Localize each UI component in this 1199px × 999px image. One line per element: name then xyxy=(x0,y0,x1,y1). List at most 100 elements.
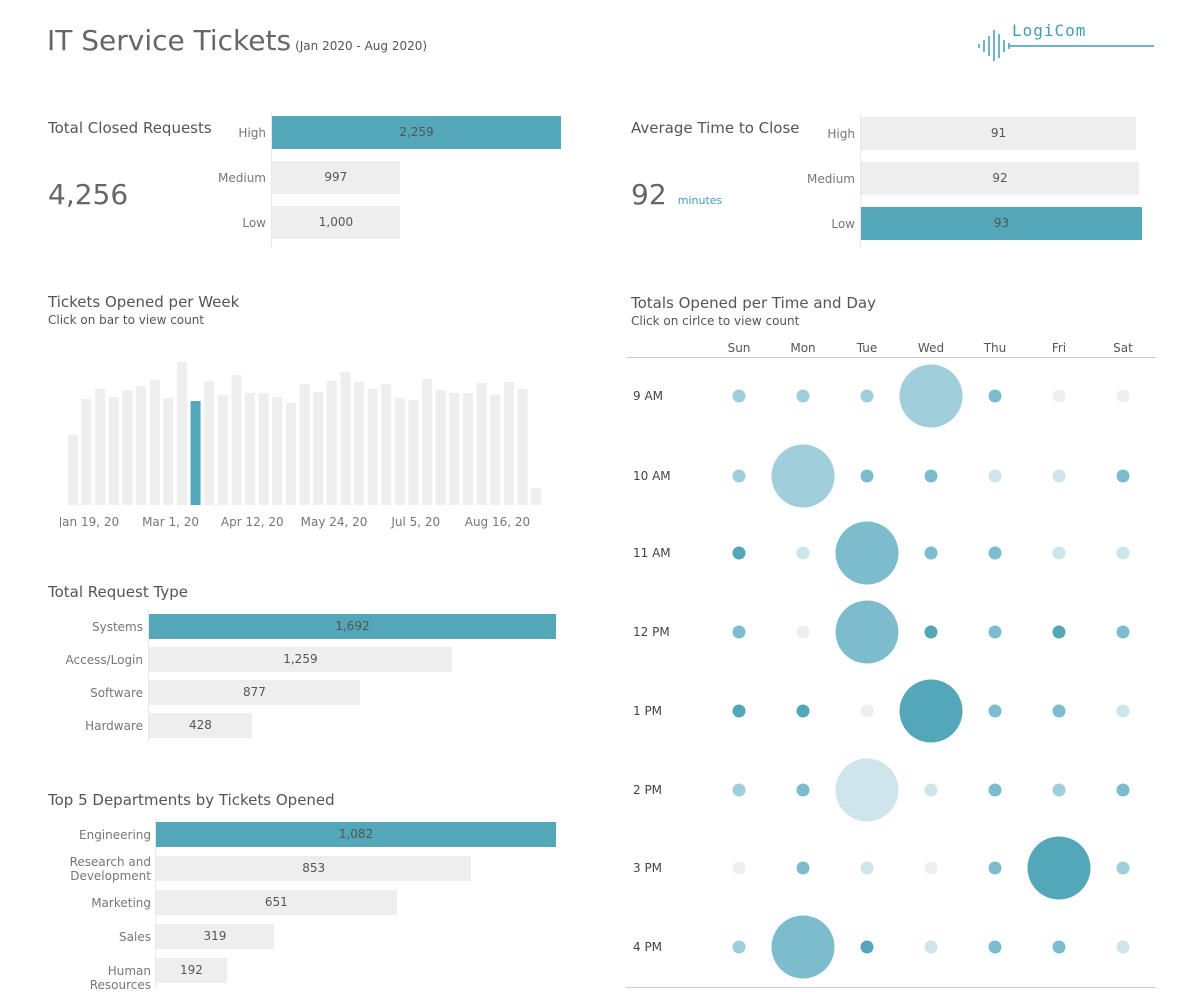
week-bar-30[interactable] xyxy=(462,393,473,505)
bubble-12-pm-sat[interactable] xyxy=(1116,625,1130,639)
bar-value-high: 2,259 xyxy=(399,125,434,139)
bubble-3-pm-wed[interactable] xyxy=(924,861,938,875)
bubble-1-pm-mon[interactable] xyxy=(796,704,810,718)
week-bar-25[interactable] xyxy=(394,398,405,505)
bubble-2-pm-thu[interactable] xyxy=(988,783,1002,797)
week-bar-10[interactable] xyxy=(190,401,201,505)
bubble-4-pm-tue[interactable] xyxy=(860,940,874,954)
bubble-3-pm-thu[interactable] xyxy=(988,861,1002,875)
bar-label-systems: Systems xyxy=(92,619,143,634)
bubble-11-am-fri[interactable] xyxy=(1052,546,1066,560)
week-bar-11[interactable] xyxy=(204,381,215,505)
bubble-9-am-fri[interactable] xyxy=(1052,389,1066,403)
bubble-9-am-thu[interactable] xyxy=(988,389,1002,403)
week-bar-33[interactable] xyxy=(503,382,514,505)
bubble-11-am-mon[interactable] xyxy=(796,546,810,560)
bubble-4-pm-thu[interactable] xyxy=(988,940,1002,954)
week-bar-3[interactable] xyxy=(95,389,106,505)
bubble-1-pm-sat[interactable] xyxy=(1116,704,1130,718)
week-bar-17[interactable] xyxy=(285,403,296,505)
bubble-12-pm-fri[interactable] xyxy=(1052,625,1066,639)
bubble-10-am-fri[interactable] xyxy=(1052,469,1066,483)
bubble-3-pm-sun[interactable] xyxy=(732,861,746,875)
bubble-12-pm-sun[interactable] xyxy=(732,625,746,639)
bubble-10-am-mon[interactable] xyxy=(771,444,835,508)
bubble-11-am-sun[interactable] xyxy=(732,546,746,560)
week-bar-34[interactable] xyxy=(517,389,528,505)
week-bar-22[interactable] xyxy=(354,382,365,505)
week-bar-7[interactable] xyxy=(149,380,160,505)
bubble-1-pm-thu[interactable] xyxy=(988,704,1002,718)
bar-label-research-and-development: Research and Development xyxy=(69,854,151,883)
week-bar-1[interactable] xyxy=(68,435,78,505)
bubble-3-pm-sat[interactable] xyxy=(1116,861,1130,875)
week-bar-26[interactable] xyxy=(408,400,419,505)
bubble-2-pm-sat[interactable] xyxy=(1116,783,1130,797)
week-bar-24[interactable] xyxy=(381,384,392,505)
bubble-3-pm-mon[interactable] xyxy=(796,861,810,875)
bubble-2-pm-mon[interactable] xyxy=(796,783,810,797)
bubble-4-pm-fri[interactable] xyxy=(1052,940,1066,954)
week-bar-5[interactable] xyxy=(122,390,133,505)
week-bar-20[interactable] xyxy=(326,381,337,505)
week-bar-14[interactable] xyxy=(245,393,256,505)
week-tick-label: May 24, 20 xyxy=(301,515,368,529)
week-bar-28[interactable] xyxy=(435,390,446,505)
week-bar-6[interactable] xyxy=(136,386,147,505)
week-bar-12[interactable] xyxy=(217,395,228,505)
bubble-12-pm-thu[interactable] xyxy=(988,625,1002,639)
week-bar-23[interactable] xyxy=(367,389,378,505)
bubble-1-pm-wed[interactable] xyxy=(899,679,963,743)
bubble-11-am-tue[interactable] xyxy=(835,521,899,585)
week-bar-16[interactable] xyxy=(272,397,283,505)
week-bar-8[interactable] xyxy=(163,398,174,505)
bubble-10-am-tue[interactable] xyxy=(860,469,874,483)
bubble-2-pm-wed[interactable] xyxy=(924,783,938,797)
bubble-3-pm-fri[interactable] xyxy=(1027,836,1091,900)
bar-value-medium: 92 xyxy=(992,171,1008,185)
week-bar-13[interactable] xyxy=(231,375,242,505)
bubble-9-am-sun[interactable] xyxy=(732,389,746,403)
bubble-2-pm-tue[interactable] xyxy=(835,758,899,822)
week-bar-18[interactable] xyxy=(299,384,310,505)
day-label-sun: Sun xyxy=(728,341,751,355)
bubble-3-pm-tue[interactable] xyxy=(860,861,874,875)
bubble-10-am-sat[interactable] xyxy=(1116,469,1130,483)
bubble-1-pm-tue[interactable] xyxy=(860,704,874,718)
time-day-chart[interactable]: Sun Mon Tue Wed Thu Fri Sat 9 AM 10 AM 11 AM 12 PM… xyxy=(626,335,1158,991)
bubble-10-am-wed[interactable] xyxy=(924,469,938,483)
bubble-2-pm-sun[interactable] xyxy=(732,783,746,797)
bubble-9-am-wed[interactable] xyxy=(899,364,963,428)
weekly-chart[interactable]: Jan 19, 20 Mar 1, 20 Apr 12, 20 May 24, 20 J… xyxy=(60,355,560,535)
bubble-11-am-thu[interactable] xyxy=(988,546,1002,560)
week-bar-15[interactable] xyxy=(258,393,269,505)
bubble-11-am-wed[interactable] xyxy=(924,546,938,560)
time-label-11-am: 11 AM xyxy=(633,546,671,560)
bubble-4-pm-sat[interactable] xyxy=(1116,940,1130,954)
week-bar-32[interactable] xyxy=(490,395,501,505)
week-bar-35[interactable] xyxy=(531,488,542,505)
bubble-9-am-mon[interactable] xyxy=(796,389,810,403)
bubble-4-pm-wed[interactable] xyxy=(924,940,938,954)
week-bar-31[interactable] xyxy=(476,383,487,505)
bubble-11-am-sat[interactable] xyxy=(1116,546,1130,560)
week-bar-27[interactable] xyxy=(422,379,433,505)
bubble-1-pm-sun[interactable] xyxy=(732,704,746,718)
bubble-4-pm-sun[interactable] xyxy=(732,940,746,954)
bubble-4-pm-mon[interactable] xyxy=(771,915,835,979)
bubble-1-pm-fri[interactable] xyxy=(1052,704,1066,718)
week-bar-29[interactable] xyxy=(449,393,460,505)
week-bar-4[interactable] xyxy=(108,397,119,505)
week-bar-2[interactable] xyxy=(81,399,92,505)
week-bar-19[interactable] xyxy=(313,392,324,505)
bubble-12-pm-mon[interactable] xyxy=(796,625,810,639)
bubble-12-pm-wed[interactable] xyxy=(924,625,938,639)
bubble-12-pm-tue[interactable] xyxy=(835,600,899,664)
week-bar-9[interactable] xyxy=(176,362,187,505)
bubble-9-am-sat[interactable] xyxy=(1116,389,1130,403)
bubble-9-am-tue[interactable] xyxy=(860,389,874,403)
week-bar-21[interactable] xyxy=(340,372,351,505)
bubble-10-am-sun[interactable] xyxy=(732,469,746,483)
bubble-2-pm-fri[interactable] xyxy=(1052,783,1066,797)
bubble-10-am-thu[interactable] xyxy=(988,469,1002,483)
